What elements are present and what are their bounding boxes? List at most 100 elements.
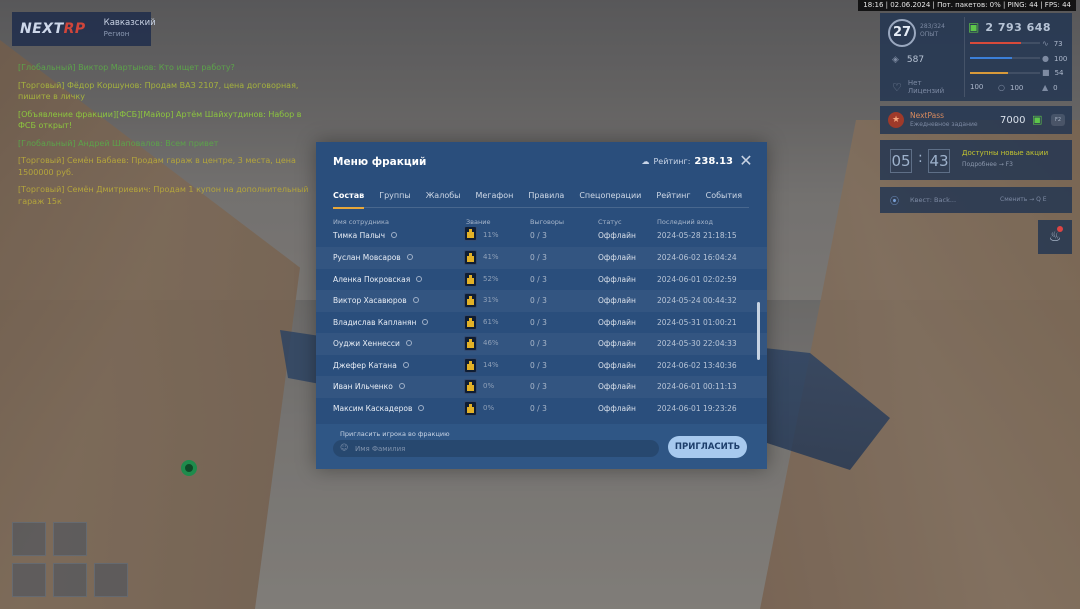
member-name: Руслан Мовсаров <box>333 253 413 262</box>
wanted-stat: ▲ 0 <box>1042 83 1058 92</box>
rank-percent: 14% <box>483 360 499 369</box>
timer-hours: 05 <box>890 149 912 173</box>
table-row[interactable]: Максим Каскадеров 0% 0 / 3 Оффлайн 2024-… <box>316 398 767 420</box>
quest-panel[interactable]: ⦿ Квест: Back... Сменить → Q E <box>880 187 1072 213</box>
brand-logo: NEXTRP <box>12 21 94 37</box>
quickslot-cell[interactable] <box>53 522 87 556</box>
warnings: 0 / 3 <box>530 274 547 284</box>
nextpass-hotkey[interactable]: F2 <box>1051 114 1065 126</box>
members-scrollbar[interactable] <box>757 302 760 360</box>
warnings: 0 / 3 <box>530 382 547 391</box>
table-row[interactable]: Иван Ильченко 0% 0 / 3 Оффлайн 2024-06-0… <box>316 376 767 398</box>
rank-percent: 41% <box>483 253 499 261</box>
invite-button[interactable]: ПРИГЛАСИТЬ <box>668 436 747 458</box>
last-login: 2024-05-31 01:00:21 <box>657 317 737 327</box>
faction-tabs: Состав Группы Жалобы Мегафон Правила Спе… <box>333 191 749 209</box>
armor-stat: 100 <box>970 83 983 91</box>
close-icon[interactable]: ✕ <box>738 153 754 169</box>
chat-message: [Глобальный] Андрей Шаповалов: Всем прив… <box>18 138 219 148</box>
timer-minutes: 43 <box>928 149 950 173</box>
status-bar: 18:16 | 02.06.2024 | Пот. пакетов: 0% | … <box>858 0 1076 11</box>
info-icon[interactable] <box>405 340 412 346</box>
last-login: 2024-05-30 22:04:33 <box>657 339 737 348</box>
info-icon[interactable] <box>398 383 405 389</box>
member-name-text: Владислав Капланян <box>333 317 417 327</box>
promo-timer-panel[interactable]: 05 : 43 Доступны новые акции Подробнее →… <box>880 140 1072 180</box>
nextpass-title: NextPass <box>910 111 945 120</box>
info-icon[interactable] <box>412 297 419 303</box>
notification-bell-icon[interactable]: ♨ <box>1038 220 1072 254</box>
info-icon[interactable] <box>391 232 398 238</box>
column-header-warnings: Выговоры <box>530 218 565 226</box>
rank-icon <box>464 314 477 330</box>
nextpass-amount: 7000 <box>1000 115 1026 126</box>
member-name: Аленка Покровская <box>333 275 423 284</box>
quest-text: Квест: Back... <box>910 196 957 204</box>
table-row[interactable]: Джефер Катана 14% 0 / 3 Оффлайн 2024-06-… <box>316 355 767 377</box>
hud-divider <box>964 17 965 97</box>
drink-icon: ○ <box>998 83 1005 92</box>
quickslot-cell[interactable] <box>94 563 128 597</box>
heart-icon: ♡ <box>892 80 902 94</box>
table-row[interactable]: Тимка Палыч 11% 0 / 3 Оффлайн 2024-05-28… <box>316 227 767 247</box>
tab-megaphone[interactable]: Мегафон <box>475 191 513 208</box>
member-name-text: Тимка Палыч <box>333 231 386 240</box>
tab-rules[interactable]: Правила <box>528 191 564 208</box>
table-row[interactable]: Владислав Капланян 61% 0 / 3 Оффлайн 202… <box>316 312 767 334</box>
last-login: 2024-06-01 00:11:13 <box>657 382 737 391</box>
rank-icon <box>464 250 477 265</box>
promo-subtitle: Подробнее → F3 <box>962 161 1013 168</box>
player-hud: 27 283/324 ОПЫТ ▣ 2 793 648 ◈ 587 ♡ Нет … <box>880 13 1072 101</box>
tab-members[interactable]: Состав <box>333 191 365 209</box>
last-login: 2024-06-02 13:40:36 <box>657 360 737 370</box>
rank-icon <box>464 357 477 373</box>
member-name: Максим Каскадеров <box>333 403 425 413</box>
tab-rating[interactable]: Рейтинг <box>656 191 690 208</box>
cash-icon: ▣ <box>1032 113 1043 126</box>
quickslot-cell[interactable] <box>12 563 46 597</box>
info-icon[interactable] <box>418 404 425 411</box>
table-row[interactable]: Руслан Мовсаров 41% 0 / 3 Оффлайн 2024-0… <box>316 247 767 269</box>
food-bar <box>970 72 1040 74</box>
tab-events[interactable]: События <box>706 191 742 208</box>
drink-value: 100 <box>1009 83 1024 92</box>
info-icon[interactable] <box>406 254 413 260</box>
license-sub: Лицензий <box>907 87 945 95</box>
shield-icon: ▲ <box>1042 83 1049 92</box>
tab-complaints[interactable]: Жалобы <box>426 191 461 208</box>
quickslot-cell[interactable] <box>12 522 46 556</box>
info-icon[interactable] <box>422 318 429 325</box>
cloud-icon: ☁ <box>641 157 650 166</box>
table-row[interactable]: Виктор Хасавюров 31% 0 / 3 Оффлайн 2024-… <box>316 290 767 312</box>
last-login: 2024-06-01 02:02:59 <box>657 274 737 284</box>
quickslot-cell[interactable] <box>53 563 87 597</box>
member-name: Иван Ильченко <box>333 382 405 391</box>
nextpass-icon: ★ <box>888 112 904 128</box>
status: Оффлайн <box>598 382 636 391</box>
nextpass-panel[interactable]: ★ NextPass Ежедневное задание 7000 ▣ F2 <box>880 106 1072 134</box>
rank-icon <box>464 400 477 416</box>
brand-suffix: RP <box>63 21 86 37</box>
status: Оффлайн <box>598 253 636 262</box>
warnings: 0 / 3 <box>530 253 547 262</box>
faction-menu: Меню фракций ☁ Рейтинг: 238.13 ✕ Состав … <box>316 142 767 469</box>
warnings: 0 / 3 <box>530 231 547 240</box>
rank-percent: 46% <box>483 339 499 347</box>
server-name: Кавказский <box>103 18 156 28</box>
wanted-value: 0 <box>1053 83 1058 92</box>
table-row[interactable]: Оуджи Хеннесси 46% 0 / 3 Оффлайн 2024-05… <box>316 333 767 355</box>
warnings: 0 / 3 <box>530 296 547 305</box>
table-row[interactable]: Аленка Покровская 52% 0 / 3 Оффлайн 2024… <box>316 269 767 291</box>
tab-special-ops[interactable]: Спецоперации <box>579 191 641 208</box>
rank-icon <box>464 271 477 287</box>
status: Оффлайн <box>598 360 636 370</box>
column-header-last-login: Последний вход <box>657 218 713 226</box>
tab-groups[interactable]: Группы <box>379 191 410 208</box>
info-icon[interactable] <box>416 275 423 282</box>
info-icon[interactable] <box>402 361 409 368</box>
chat-message: [Торговый] Фёдор Коршунов: Продам ВАЗ 21… <box>18 80 299 102</box>
rank-percent: 61% <box>483 317 499 326</box>
member-name-text: Максим Каскадеров <box>333 403 413 413</box>
member-name-text: Руслан Мовсаров <box>333 253 401 262</box>
invite-name-input[interactable] <box>333 440 659 457</box>
